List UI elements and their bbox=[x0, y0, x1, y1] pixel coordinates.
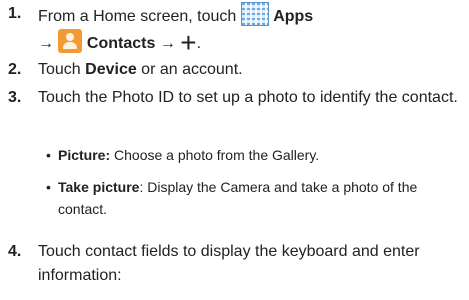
arrow-icon: → bbox=[38, 35, 54, 52]
list-item-take-picture: • Take picture: Display the Camera and t… bbox=[46, 176, 463, 220]
step-3: 3. Touch the Photo ID to set up a photo … bbox=[0, 86, 469, 136]
plus-icon: + bbox=[180, 27, 197, 58]
bullet-term: Picture: bbox=[58, 147, 111, 163]
step-text: Touch contact fields to display the keyb… bbox=[38, 243, 420, 284]
bullet-icon: • bbox=[46, 179, 51, 195]
apps-label: Apps bbox=[273, 8, 314, 25]
step-number: 1. bbox=[8, 5, 22, 22]
step-2: 2. Touch Device or an account. bbox=[0, 58, 469, 84]
step-4: 4. Touch contact fields to display the k… bbox=[0, 240, 469, 292]
list-item-picture: • Picture: Choose a photo from the Galle… bbox=[46, 144, 463, 166]
instruction-list: 1. From a Home screen, touch Apps → Cont… bbox=[0, 0, 469, 300]
bullet-term: Take picture bbox=[58, 179, 140, 195]
step-1: 1. From a Home screen, touch Apps → Cont… bbox=[0, 2, 469, 58]
apps-grid-icon bbox=[240, 2, 269, 26]
step-number: 3. bbox=[8, 89, 22, 106]
step-text: From a Home screen, touch Apps → Contact… bbox=[38, 2, 463, 58]
contacts-icon bbox=[58, 29, 83, 53]
step-number: 2. bbox=[8, 61, 22, 78]
step-text: Touch the Photo ID to set up a photo to … bbox=[38, 89, 458, 106]
device-label: Device bbox=[85, 61, 137, 78]
step-number: 4. bbox=[8, 243, 22, 260]
bullet-icon: • bbox=[46, 147, 51, 163]
contacts-label: Contacts bbox=[86, 35, 156, 52]
arrow-icon: → bbox=[159, 35, 176, 52]
